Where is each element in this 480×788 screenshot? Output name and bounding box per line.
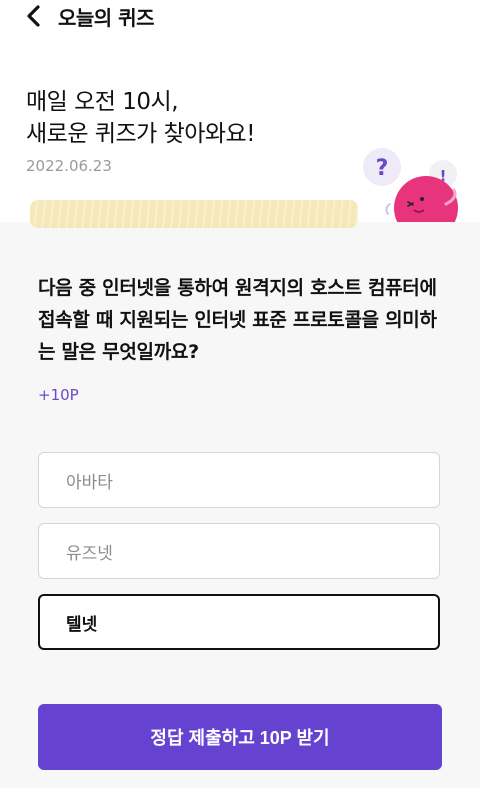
chevron-left-icon bbox=[27, 5, 40, 27]
app-header: 오늘의 퀴즈 bbox=[0, 0, 480, 32]
quiz-date: 2022.06.23 bbox=[26, 157, 112, 175]
answer-option-1[interactable]: 아바타 bbox=[38, 452, 440, 508]
submit-answer-button[interactable]: 정답 제출하고 10P 받기 bbox=[38, 704, 442, 770]
mascot-question-mark: ? bbox=[376, 156, 389, 181]
answer-option-label: 텔넷 bbox=[66, 614, 98, 635]
quiz-page: 오늘의 퀴즈 매일 오전 10시, 새로운 퀴즈가 찾아와요! 2022.06.… bbox=[0, 0, 480, 788]
points-badge: +10P bbox=[38, 386, 79, 404]
mascot-illustration: ? ! bbox=[360, 146, 470, 230]
page-title: 오늘의 퀴즈 bbox=[58, 6, 154, 30]
answer-option-label: 아바타 bbox=[66, 472, 113, 493]
back-button[interactable] bbox=[20, 2, 48, 30]
answer-option-2[interactable]: 유즈넷 bbox=[38, 523, 440, 579]
quiz-question: 다음 중 인터넷을 통하여 원격지의 호스트 컴퓨터에 접속할 때 지원되는 인… bbox=[38, 277, 437, 363]
answer-option-label: 유즈넷 bbox=[66, 543, 113, 564]
highlight-stroke bbox=[30, 200, 358, 228]
hero-headline: 매일 오전 10시, 새로운 퀴즈가 찾아와요! bbox=[26, 89, 255, 147]
answer-option-3[interactable]: 텔넷 bbox=[38, 594, 440, 650]
